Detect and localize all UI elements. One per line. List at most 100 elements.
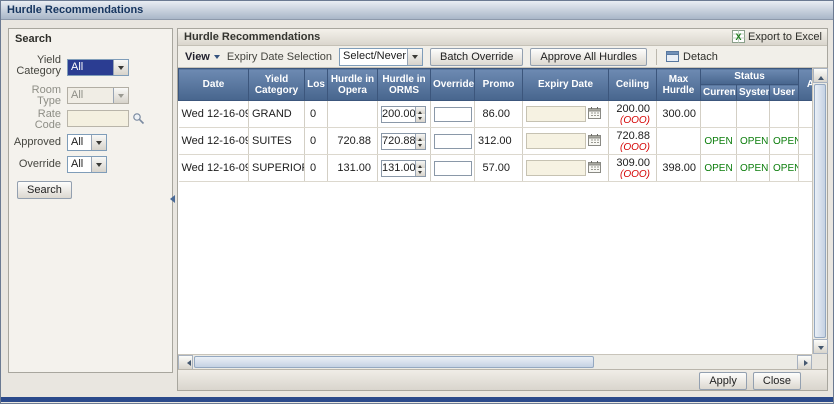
- hurdle-recommendations-window: Hurdle Recommendations Search Yield Cate…: [0, 0, 834, 404]
- rate-code-input: [67, 110, 129, 127]
- apply-button[interactable]: Apply: [699, 372, 747, 390]
- hurdle-orms-value: 200.00: [382, 107, 416, 120]
- approved-value: All: [71, 136, 84, 148]
- override-select[interactable]: All: [67, 156, 107, 173]
- override-input[interactable]: [434, 160, 472, 176]
- ceiling-ooo-note: (OOO): [620, 168, 650, 180]
- hurdle-orms-spinbox[interactable]: 720.88: [381, 132, 426, 150]
- search-panel-title: Search: [15, 33, 52, 45]
- export-to-excel-button[interactable]: X Export to Excel: [732, 30, 822, 43]
- scroll-right-icon[interactable]: [797, 355, 812, 370]
- cell-status-current: OPEN: [700, 127, 737, 155]
- toolbar-separator: [656, 48, 658, 65]
- column-header-ceiling: Ceiling: [608, 68, 657, 101]
- hurdle-orms-spinbox[interactable]: 131.00: [381, 159, 426, 177]
- batch-override-button[interactable]: Batch Override: [430, 47, 524, 66]
- yield-category-select[interactable]: All: [67, 59, 129, 76]
- chevron-down-icon[interactable]: [91, 157, 106, 172]
- cell-promo: 86.00: [474, 100, 523, 128]
- svg-text:X: X: [736, 32, 742, 42]
- detach-button[interactable]: Detach: [666, 51, 718, 63]
- cell-status-user: [769, 100, 800, 128]
- ceiling-value: 200.00: [616, 102, 650, 115]
- override-input[interactable]: [434, 133, 472, 149]
- magnifier-icon[interactable]: [132, 112, 145, 128]
- approved-label: Approved: [13, 136, 61, 148]
- cell-status-user: OPEN: [769, 127, 800, 155]
- approve-all-hurdles-button[interactable]: Approve All Hurdles: [530, 47, 648, 66]
- cell-promo: 312.00: [474, 127, 523, 155]
- room-type-label: Room Type: [31, 84, 61, 107]
- window-title: Hurdle Recommendations: [1, 1, 833, 20]
- chevron-down-icon: [213, 54, 220, 62]
- scroll-left-icon[interactable]: [178, 355, 193, 370]
- toolbar: View Expiry Date Selection Select/Never …: [178, 46, 827, 68]
- expiry-date-input: [526, 133, 586, 149]
- cell-hurdle-in-opera: 720.88: [327, 127, 378, 155]
- search-button[interactable]: Search: [17, 181, 72, 199]
- expiry-date-selection-label: Expiry Date Selection: [226, 50, 333, 63]
- column-header-override: Override: [430, 68, 475, 101]
- footer-bar: Apply Close: [178, 369, 827, 390]
- cell-max-hurdle: [656, 127, 701, 155]
- table-row[interactable]: Wed 12-16-09 SUPERIOR 0 131.00 131.00 57…: [178, 154, 812, 182]
- cell-override: [430, 154, 475, 182]
- chevron-down-icon[interactable]: [407, 48, 423, 65]
- detach-label: Detach: [683, 50, 718, 63]
- splitter-collapse-icon[interactable]: [170, 193, 177, 205]
- column-header-max-hurdle: Max Hurdle: [656, 68, 701, 101]
- cell-expiry-date: [522, 154, 609, 182]
- column-header-los: Los: [304, 68, 328, 101]
- override-value: All: [71, 158, 84, 170]
- calendar-icon[interactable]: [588, 133, 601, 149]
- chevron-down-icon[interactable]: [91, 135, 106, 150]
- cell-expiry-date: [522, 100, 609, 128]
- hurdle-orms-value: 720.88: [382, 134, 416, 147]
- calendar-icon[interactable]: [588, 106, 601, 122]
- table-row[interactable]: Wed 12-16-09 SUITES 0 720.88 720.88 312.…: [178, 127, 812, 155]
- override-input[interactable]: [434, 106, 472, 122]
- horizontal-scrollbar-thumb[interactable]: [194, 356, 594, 368]
- expiry-date-selection-value: Select/Never: [343, 49, 407, 62]
- table-row[interactable]: Wed 12-16-09 GRAND 0 200.00 86.00 200.00…: [178, 100, 812, 128]
- cell-status-current: OPEN: [700, 154, 737, 182]
- hurdle-table: Date Yield Category Los Hurdle in Opera …: [178, 68, 812, 354]
- column-header-hurdle-in-opera: Hurdle in Opera: [327, 68, 378, 101]
- cell-date: Wed 12-16-09: [178, 154, 249, 182]
- cell-approve-clipped: [798, 100, 812, 128]
- scroll-down-icon[interactable]: [813, 339, 828, 354]
- spinner-icon[interactable]: [415, 160, 425, 176]
- cell-hurdle-in-orms: 131.00: [377, 154, 431, 182]
- column-header-status-current: Current: [700, 84, 737, 101]
- cell-max-hurdle: 300.00: [656, 100, 701, 128]
- chevron-down-icon[interactable]: [113, 60, 128, 75]
- horizontal-scrollbar[interactable]: [178, 354, 812, 370]
- spinner-icon[interactable]: [415, 106, 425, 122]
- close-button[interactable]: Close: [752, 372, 801, 390]
- cell-status-system: OPEN: [736, 127, 770, 155]
- spinner-icon[interactable]: [415, 133, 425, 149]
- ceiling-value: 720.88: [616, 129, 650, 142]
- cell-hurdle-in-opera: 131.00: [327, 154, 378, 182]
- scroll-up-icon[interactable]: [813, 68, 828, 83]
- cell-los: 0: [304, 154, 328, 182]
- column-header-yield-category: Yield Category: [248, 68, 305, 101]
- rate-code-label: Rate Code: [34, 108, 61, 131]
- window-bottom-strip: [1, 397, 833, 402]
- vertical-scrollbar[interactable]: [812, 68, 828, 354]
- cell-ceiling: 720.88 (OOO): [608, 127, 657, 155]
- cell-approve-clipped: [798, 127, 812, 155]
- vertical-scrollbar-thumb[interactable]: [814, 84, 826, 338]
- cell-promo: 57.00: [474, 154, 523, 182]
- view-menu-button[interactable]: View: [185, 51, 220, 63]
- cell-status-user: OPEN: [769, 154, 800, 182]
- expiry-date-selection-select[interactable]: Select/Never: [339, 47, 424, 66]
- calendar-icon[interactable]: [588, 160, 601, 176]
- yield-category-label: Yield Category: [16, 54, 61, 77]
- cell-status-current: [700, 100, 737, 128]
- hurdle-recommendations-panel: Hurdle Recommendations X Export to Excel…: [177, 28, 828, 391]
- approved-select[interactable]: All: [67, 134, 107, 151]
- cell-approve-clipped: [798, 154, 812, 182]
- column-header-promo: Promo: [474, 68, 523, 101]
- hurdle-orms-spinbox[interactable]: 200.00: [381, 105, 426, 123]
